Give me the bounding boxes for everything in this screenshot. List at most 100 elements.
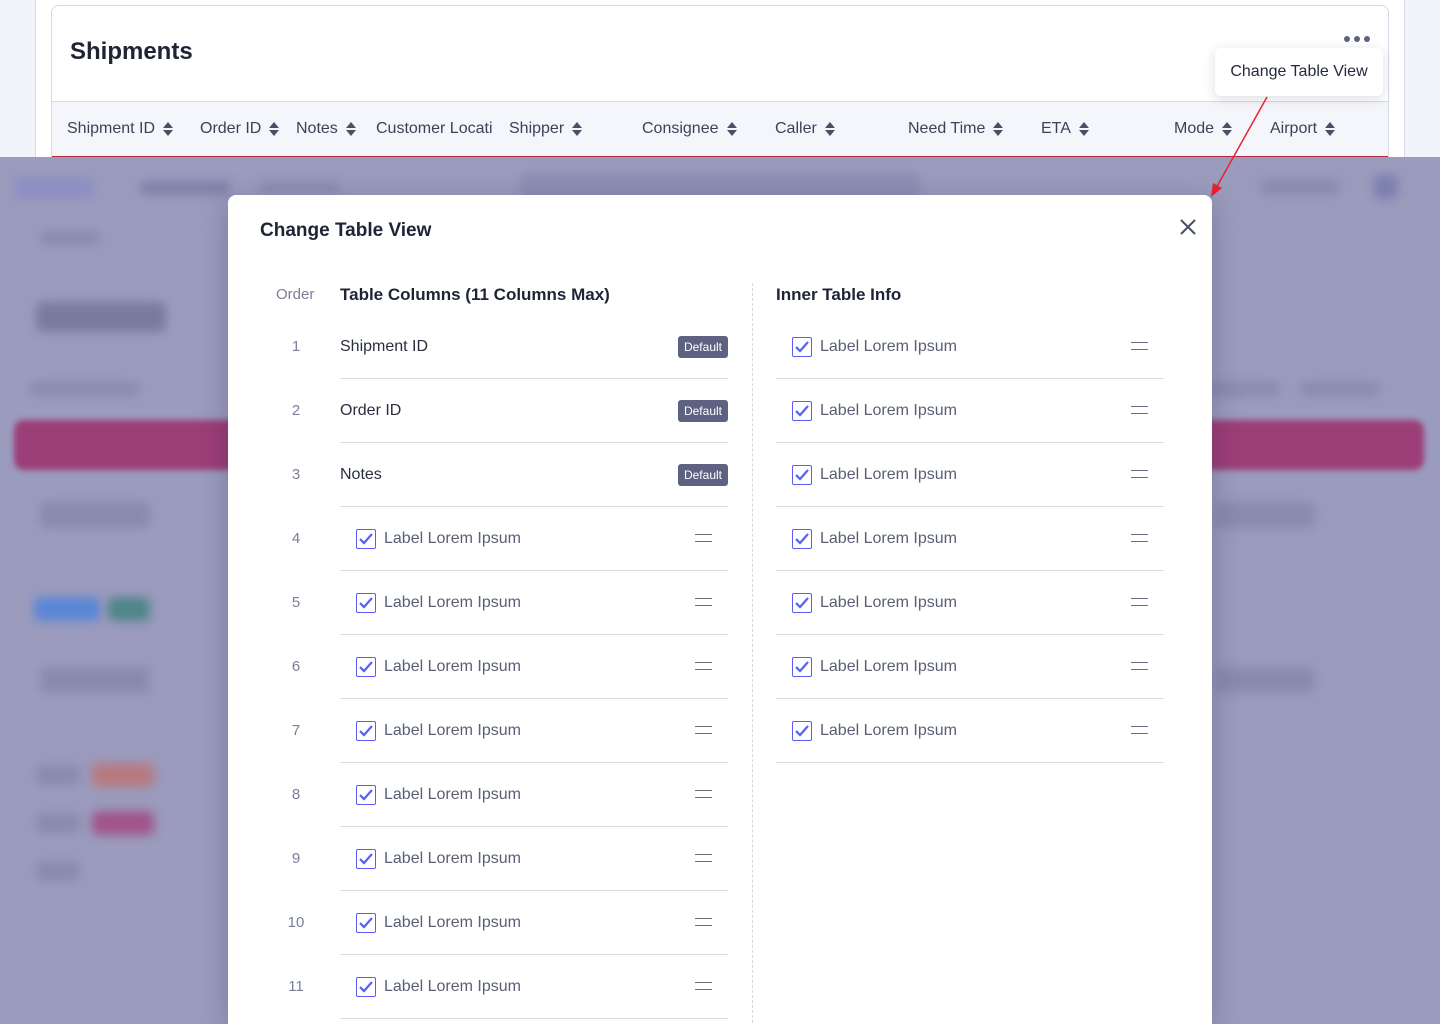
blurred-tag — [34, 597, 100, 621]
drag-handle-icon[interactable] — [695, 534, 712, 542]
sort-icon[interactable] — [1078, 122, 1089, 136]
checkbox-checked-icon[interactable] — [792, 336, 812, 357]
checkbox-checked-icon[interactable] — [792, 528, 812, 549]
table-column-row[interactable]: Label Lorem Ipsum — [340, 635, 728, 699]
close-icon[interactable] — [1178, 217, 1198, 237]
table-column-row[interactable]: Label Lorem Ipsum — [340, 699, 728, 763]
sort-icon[interactable] — [572, 122, 583, 136]
change-table-view-tooltip[interactable]: Change Table View — [1215, 48, 1383, 96]
checkbox-checked-icon[interactable] — [356, 720, 376, 741]
column-header-consignee[interactable]: Consignee — [642, 120, 737, 138]
inner-info-row[interactable]: Label Lorem Ipsum — [776, 443, 1164, 507]
table-column-row[interactable]: Label Lorem Ipsum — [340, 571, 728, 635]
column-header-mode[interactable]: Mode — [1174, 120, 1233, 138]
checkbox-checked-icon[interactable] — [792, 656, 812, 677]
drag-handle-icon[interactable] — [1131, 534, 1148, 542]
inner-info-row[interactable]: Label Lorem Ipsum — [776, 507, 1164, 571]
checkbox-checked-icon[interactable] — [356, 656, 376, 677]
drag-handle-icon[interactable] — [1131, 342, 1148, 350]
drag-handle-icon[interactable] — [1131, 406, 1148, 414]
inner-info-row[interactable]: Label Lorem Ipsum — [776, 315, 1164, 379]
column-divider — [752, 283, 753, 1023]
inner-info-label: Label Lorem Ipsum — [820, 593, 957, 611]
sort-icon[interactable] — [1325, 122, 1336, 136]
checkbox-checked-icon[interactable] — [792, 592, 812, 613]
column-header-eta[interactable]: ETA — [1041, 120, 1089, 138]
column-label: Label Lorem Ipsum — [384, 913, 521, 931]
inner-info-row[interactable]: Label Lorem Ipsum — [776, 635, 1164, 699]
blurred-header — [30, 382, 140, 396]
checkbox-checked-icon[interactable] — [356, 848, 376, 869]
column-label: Label Lorem Ipsum — [384, 657, 521, 675]
column-header-shipper[interactable]: Shipper — [509, 120, 583, 138]
default-badge: Default — [677, 464, 728, 486]
column-label: Label Lorem Ipsum — [384, 721, 521, 739]
checkbox-checked-icon[interactable] — [792, 720, 812, 741]
inner-info-label: Label Lorem Ipsum — [820, 465, 957, 483]
drag-handle-icon[interactable] — [1131, 470, 1148, 478]
order-number: 4 — [291, 530, 301, 547]
column-header-label: Mode — [1174, 120, 1215, 137]
more-horizontal-icon[interactable] — [1344, 36, 1370, 42]
checkbox-checked-icon[interactable] — [792, 464, 812, 485]
table-column-row[interactable]: Label Lorem Ipsum — [340, 891, 728, 955]
sort-icon[interactable] — [269, 122, 280, 136]
blurred-user — [1260, 179, 1340, 195]
column-header-customer-location[interactable]: Customer Locati — [376, 120, 496, 138]
annotation-context: Shipments Shipment ID Order ID Notes Cus… — [0, 0, 1440, 158]
blurred-cell — [1215, 502, 1315, 528]
order-column-label: Order — [276, 286, 315, 303]
drag-handle-icon[interactable] — [695, 918, 712, 926]
blurred-cell — [40, 667, 150, 693]
column-header-notes[interactable]: Notes — [296, 120, 356, 138]
sort-icon[interactable] — [824, 122, 835, 136]
table-column-row[interactable]: Label Lorem Ipsum — [340, 763, 728, 827]
table-column-row: Order ID Default — [340, 379, 728, 443]
table-columns-heading: Table Columns (11 Columns Max) — [340, 285, 610, 304]
inner-info-row[interactable]: Label Lorem Ipsum — [776, 699, 1164, 763]
column-header-label: Customer Locati — [376, 120, 493, 137]
sort-icon[interactable] — [345, 122, 356, 136]
order-number: 2 — [291, 402, 301, 419]
drag-handle-icon[interactable] — [695, 790, 712, 798]
drag-handle-icon[interactable] — [695, 982, 712, 990]
table-header-row: Shipment ID Order ID Notes Customer Loca… — [52, 101, 1388, 158]
inner-table-info-heading: Inner Table Info — [776, 285, 902, 304]
checkbox-checked-icon[interactable] — [356, 592, 376, 613]
column-header-order-id[interactable]: Order ID — [200, 120, 280, 138]
blurred-tag — [92, 811, 154, 835]
default-badge: Default — [677, 336, 728, 358]
column-header-label: Order ID — [200, 120, 262, 137]
table-column-row[interactable]: Label Lorem Ipsum — [340, 955, 728, 1019]
drag-handle-icon[interactable] — [695, 854, 712, 862]
table-column-row: Notes Default — [340, 443, 728, 507]
column-header-label: Need Time — [908, 120, 986, 137]
checkbox-checked-icon[interactable] — [356, 976, 376, 997]
blurred-breadcrumb — [40, 231, 100, 245]
drag-handle-icon[interactable] — [1131, 662, 1148, 670]
column-header-shipment-id[interactable]: Shipment ID — [67, 120, 174, 138]
sort-icon[interactable] — [163, 122, 174, 136]
checkbox-checked-icon[interactable] — [792, 400, 812, 421]
checkbox-checked-icon[interactable] — [356, 912, 376, 933]
table-column-row[interactable]: Label Lorem Ipsum — [340, 827, 728, 891]
checkbox-checked-icon[interactable] — [356, 528, 376, 549]
column-header-need-time[interactable]: Need Time — [908, 120, 1004, 138]
column-header-label: Shipment ID — [67, 120, 156, 137]
inner-info-row[interactable]: Label Lorem Ipsum — [776, 571, 1164, 635]
drag-handle-icon[interactable] — [695, 726, 712, 734]
checkbox-checked-icon[interactable] — [356, 784, 376, 805]
sort-icon[interactable] — [993, 122, 1004, 136]
sort-icon[interactable] — [1222, 122, 1233, 136]
column-header-caller[interactable]: Caller — [775, 120, 835, 138]
table-column-row[interactable]: Label Lorem Ipsum — [340, 507, 728, 571]
drag-handle-icon[interactable] — [695, 662, 712, 670]
drag-handle-icon[interactable] — [695, 598, 712, 606]
drag-handle-icon[interactable] — [1131, 726, 1148, 734]
column-header-airport[interactable]: Airport — [1270, 120, 1336, 138]
drag-handle-icon[interactable] — [1131, 598, 1148, 606]
inner-info-row[interactable]: Label Lorem Ipsum — [776, 379, 1164, 443]
inner-info-label: Label Lorem Ipsum — [820, 721, 957, 739]
blurred-tag — [92, 763, 154, 787]
sort-icon[interactable] — [726, 122, 737, 136]
